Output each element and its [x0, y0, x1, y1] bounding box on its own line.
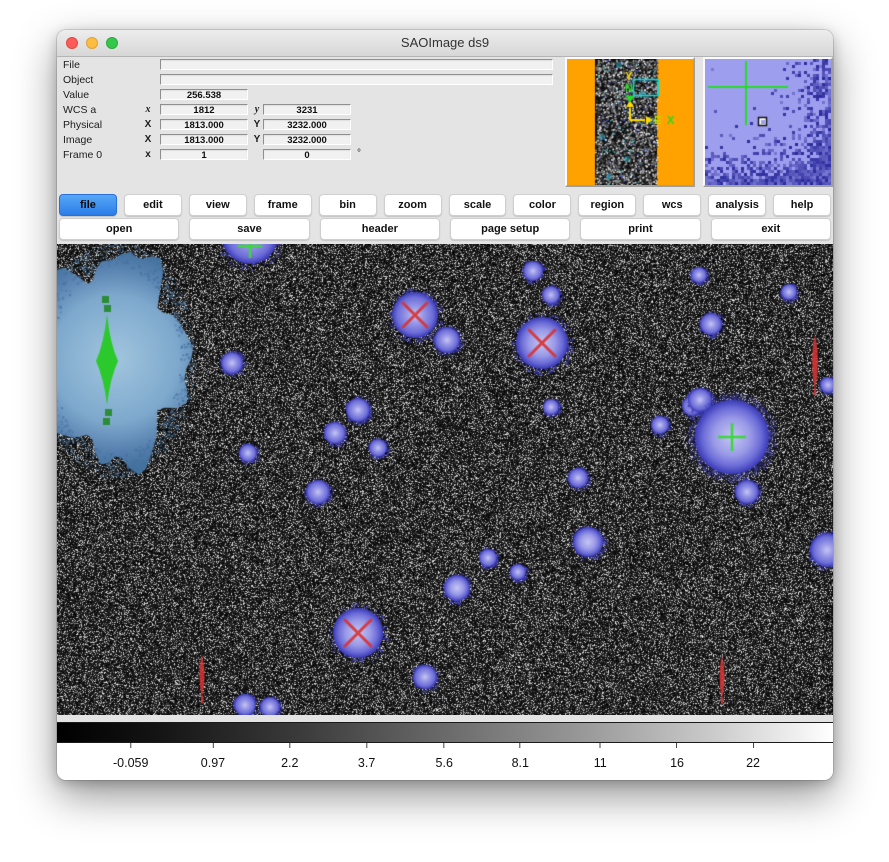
- tick-mark: [289, 743, 290, 748]
- tick-label: 3.7: [358, 756, 375, 770]
- colorbar-tick: 8.1: [512, 743, 529, 770]
- physical-y-axis-label: Y: [251, 119, 263, 130]
- colorbar-scale: -0.059 0.97 2.2 3.7 5.6 8.1 11 16 22: [57, 743, 833, 780]
- file-field[interactable]: [160, 59, 553, 70]
- tick-label: 22: [746, 756, 760, 770]
- wcs-x-field[interactable]: 1812: [160, 104, 248, 115]
- frame-zoom-field[interactable]: 1: [160, 149, 248, 160]
- physical-y-field[interactable]: 3232.000: [263, 119, 351, 130]
- menu-frame[interactable]: frame: [254, 194, 312, 216]
- tick-mark: [520, 743, 521, 748]
- colorbar-tick: 22: [746, 743, 760, 770]
- info-panel: File Object Value 256.538 WCS a x 1812 y…: [57, 58, 562, 163]
- info-row-wcs: WCS a x 1812 y 3231: [57, 103, 562, 118]
- info-row-image: Image X 1813.000 Y 3232.000: [57, 133, 562, 148]
- tick-mark: [444, 743, 445, 748]
- colorbar-tick: 2.2: [281, 743, 298, 770]
- info-row-value: Value 256.538: [57, 88, 562, 103]
- info-row-object: Object: [57, 73, 562, 88]
- wcs-y-axis-label: y: [251, 104, 263, 115]
- ds9-window: SAOImage ds9 File Object Value 256.538 W…: [57, 30, 833, 780]
- colorbar-tick: 0.97: [201, 743, 225, 770]
- magnifier-canvas: [705, 59, 831, 185]
- image-y-axis-label: Y: [251, 134, 263, 145]
- image-area: [57, 244, 833, 715]
- tick-label: 16: [670, 756, 684, 770]
- tick-label: 2.2: [281, 756, 298, 770]
- physical-x-field[interactable]: 1813.000: [160, 119, 248, 130]
- menu-region[interactable]: region: [578, 194, 636, 216]
- menu-edit[interactable]: edit: [124, 194, 182, 216]
- colorbar-tick: 3.7: [358, 743, 375, 770]
- image-x-field[interactable]: 1813.000: [160, 134, 248, 145]
- object-field[interactable]: [160, 74, 553, 85]
- image-y-field[interactable]: 3232.000: [263, 134, 351, 145]
- magnifier-panel: [703, 57, 833, 187]
- file-label: File: [63, 59, 80, 71]
- action-page-setup[interactable]: page setup: [450, 218, 570, 240]
- value-label: Value: [63, 89, 89, 101]
- menu-wcs[interactable]: wcs: [643, 194, 701, 216]
- info-row-file: File: [57, 58, 562, 73]
- tick-mark: [600, 743, 601, 748]
- menu-help[interactable]: help: [773, 194, 831, 216]
- colorbar-tick: -0.059: [113, 743, 148, 770]
- info-row-frame: Frame 0 x 1 0 °: [57, 148, 562, 163]
- colorbar-tick: 11: [594, 743, 607, 770]
- colorbar[interactable]: [57, 722, 833, 743]
- menu-scale[interactable]: scale: [449, 194, 507, 216]
- panner-panel: [565, 57, 695, 187]
- physical-label: Physical: [63, 119, 102, 131]
- menu-view[interactable]: view: [189, 194, 247, 216]
- menu-file[interactable]: file: [59, 194, 117, 216]
- value-field[interactable]: 256.538: [160, 89, 248, 100]
- colorbar-tick: 16: [670, 743, 684, 770]
- tick-mark: [753, 743, 754, 748]
- tick-label: 5.6: [436, 756, 453, 770]
- menu-bar: file edit view frame binzoom scale color region…: [59, 194, 831, 216]
- tick-label: -0.059: [113, 756, 148, 770]
- object-label: Object: [63, 74, 93, 86]
- panner-canvas[interactable]: [567, 59, 693, 185]
- action-print[interactable]: print: [580, 218, 700, 240]
- tick-mark: [130, 743, 131, 748]
- tick-label: 0.97: [201, 756, 225, 770]
- window-title: SAOImage ds9: [57, 35, 833, 50]
- image-canvas[interactable]: [57, 244, 833, 715]
- action-exit[interactable]: exit: [711, 218, 831, 240]
- menu-zoom[interactable]: zoom: [384, 194, 442, 216]
- tick-mark: [212, 743, 213, 748]
- menu-bin[interactable]: bin: [319, 194, 377, 216]
- degree-symbol: °: [357, 148, 361, 159]
- wcs-y-field[interactable]: 3231: [263, 104, 351, 115]
- physical-x-axis-label: X: [142, 119, 154, 130]
- frame-label: Frame 0: [63, 149, 102, 161]
- action-bar: open save header page setup print exit: [59, 218, 831, 240]
- menu-analysis[interactable]: analysis: [708, 194, 766, 216]
- info-row-physical: Physical X 1813.000 Y 3232.000: [57, 118, 562, 133]
- image-label: Image: [63, 134, 92, 146]
- image-x-axis-label: X: [142, 134, 154, 145]
- frame-zoom-axis-label: x: [142, 149, 154, 160]
- tick-mark: [677, 743, 678, 748]
- title-bar[interactable]: SAOImage ds9: [57, 30, 833, 57]
- colorbar-tick: 5.6: [436, 743, 453, 770]
- action-save[interactable]: save: [189, 218, 309, 240]
- tick-mark: [366, 743, 367, 748]
- tick-label: 11: [594, 756, 607, 770]
- menu-color[interactable]: color: [513, 194, 571, 216]
- tick-label: 8.1: [512, 756, 529, 770]
- action-open[interactable]: open: [59, 218, 179, 240]
- action-header[interactable]: header: [320, 218, 440, 240]
- wcs-label: WCS a: [63, 104, 96, 116]
- frame-rotation-field[interactable]: 0: [263, 149, 351, 160]
- wcs-x-axis-label: x: [142, 104, 154, 115]
